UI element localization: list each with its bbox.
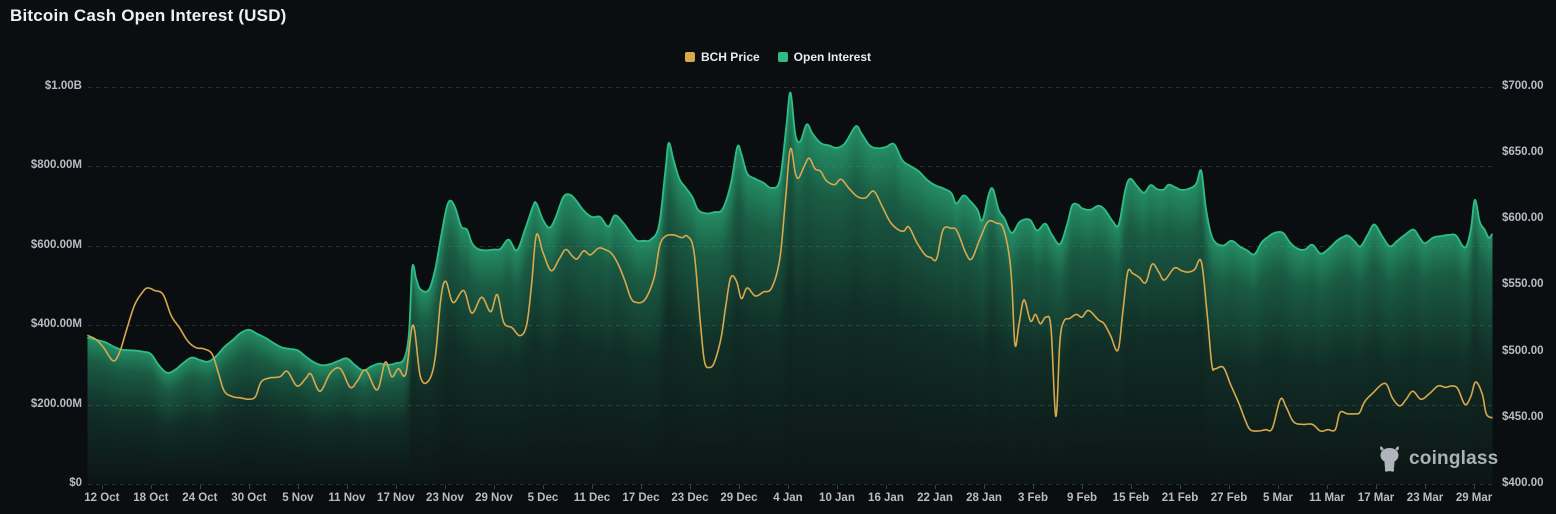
x-axis-tick-mark [739,485,740,489]
x-axis-tick-mark [1376,485,1377,489]
coinglass-bull-icon [1377,445,1402,472]
x-axis-tick-mark [298,485,299,489]
x-axis-tick-mark [1180,485,1181,489]
y-axis-right-tick-label: $550.00 [1502,278,1556,290]
x-axis-tick-mark [1474,485,1475,489]
x-axis-tick-mark [494,485,495,489]
x-axis-tick-mark [151,485,152,489]
x-axis-tick-mark [690,485,691,489]
open-interest-chart-panel: Bitcoin Cash Open Interest (USD) BCH Pri… [0,0,1556,514]
x-axis-tick-mark [935,485,936,489]
y-axis-left-tick-label: $1.00B [0,80,82,92]
x-axis-tick-mark [1425,485,1426,489]
x-axis-tick-mark [788,485,789,489]
x-axis-tick-mark [1082,485,1083,489]
x-axis-tick-mark [886,485,887,489]
x-axis-tick-mark [102,485,103,489]
x-axis-tick-label: 29 Mar [1442,492,1506,504]
x-axis-tick-mark [445,485,446,489]
x-axis-tick-mark [396,485,397,489]
x-axis-tick-mark [200,485,201,489]
y-axis-left-tick-label: $200.00M [0,398,82,410]
x-axis-tick-mark [592,485,593,489]
x-axis-tick-mark [1278,485,1279,489]
x-axis-tick-mark [984,485,985,489]
x-axis-tick-mark [347,485,348,489]
x-axis-tick-mark [249,485,250,489]
watermark-label: coinglass [1409,448,1498,470]
x-axis-tick-mark [1229,485,1230,489]
y-axis-right-tick-label: $400.00 [1502,477,1556,489]
y-axis-right-tick-label: $450.00 [1502,411,1556,423]
y-axis-left-tick-label: $0 [0,477,82,489]
x-axis-tick-mark [1327,485,1328,489]
y-axis-right-tick-label: $600.00 [1502,212,1556,224]
x-axis-tick-mark [543,485,544,489]
x-axis-tick-mark [837,485,838,489]
y-axis-right-tick-label: $650.00 [1502,146,1556,158]
y-axis-left-tick-label: $400.00M [0,318,82,330]
y-axis-right-tick-label: $700.00 [1502,80,1556,92]
x-axis-tick-mark [641,485,642,489]
chart-canvas[interactable] [0,0,1556,514]
y-axis-right-tick-label: $500.00 [1502,345,1556,357]
coinglass-watermark: coinglass [1377,445,1498,472]
y-axis-left-tick-label: $600.00M [0,239,82,251]
x-axis-tick-mark [1131,485,1132,489]
x-axis-tick-mark [1033,485,1034,489]
y-axis-left-tick-label: $800.00M [0,159,82,171]
